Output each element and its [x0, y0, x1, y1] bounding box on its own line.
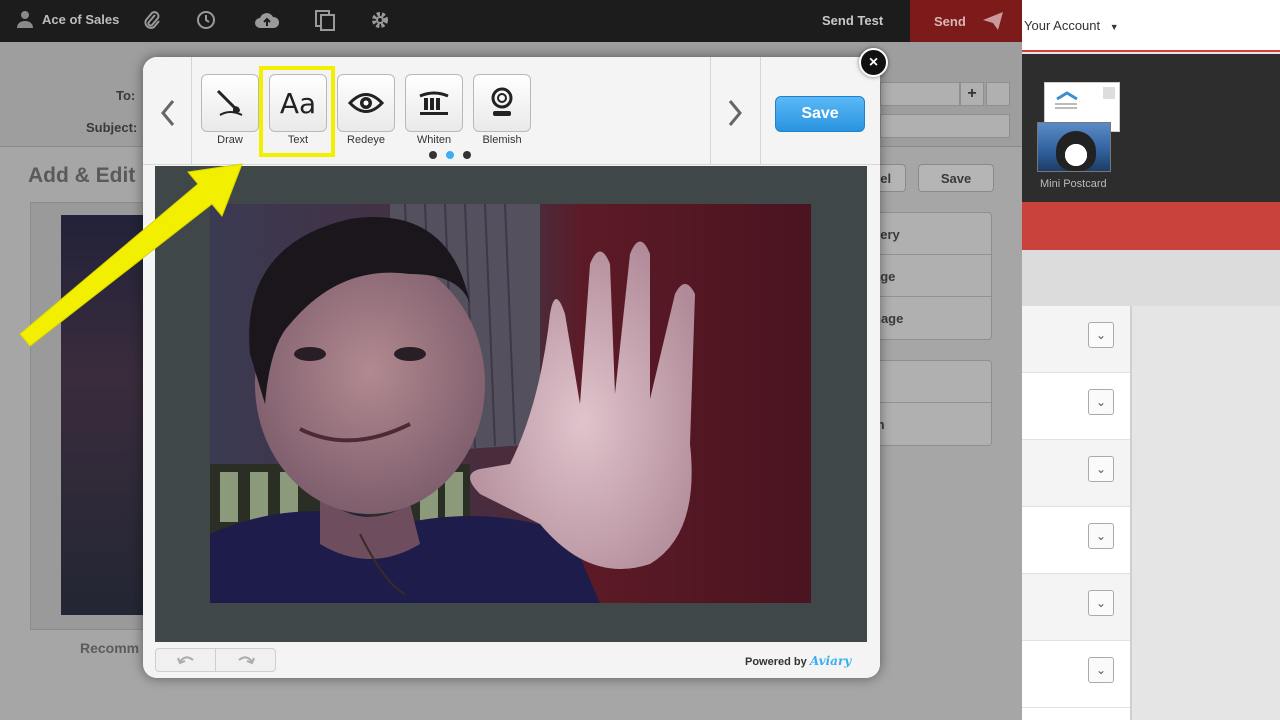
page-dot[interactable] — [463, 151, 471, 159]
your-account-menu[interactable]: Your Account ▼ — [1024, 18, 1119, 33]
edited-photo — [210, 204, 811, 603]
right-panel: Your Account ▼ Mini Postcard ⌄ ⌄ ⌄ ⌄ ⌄ ⌄ — [1022, 0, 1280, 720]
chevron-down-icon[interactable]: ⌄ — [1088, 456, 1114, 482]
chevron-left-icon[interactable] — [153, 93, 183, 133]
image-editor-modal: Draw Aa Text Redeye Whiten Blemish Save … — [143, 57, 880, 678]
page-indicator — [429, 151, 471, 159]
undo-icon[interactable] — [156, 649, 215, 671]
option-gallery[interactable]: llery — [863, 213, 991, 255]
to-field[interactable] — [880, 82, 960, 106]
paperclip-icon[interactable] — [140, 8, 164, 32]
caret-down-icon: ▼ — [1109, 22, 1119, 32]
top-toolbar: Ace of Sales Send Test Send — [0, 0, 1022, 42]
mini-postcard-thumbnail[interactable] — [1037, 122, 1111, 172]
recommend-label: Recomm — [80, 640, 140, 656]
stamp-icon — [1103, 87, 1115, 99]
redo-icon[interactable] — [215, 649, 275, 671]
your-account-label: Your Account — [1024, 18, 1101, 33]
undo-redo-group — [155, 648, 276, 672]
option-zoom[interactable]: m — [863, 403, 991, 445]
tool-strip: Draw Aa Text Redeye Whiten Blemish Save — [143, 57, 880, 165]
list-item: ⌄ — [1022, 373, 1130, 440]
page-dot[interactable] — [429, 151, 437, 159]
user-icon — [17, 11, 33, 28]
chevron-down-icon[interactable]: ⌄ — [1088, 523, 1114, 549]
bg-photo-preview — [30, 202, 151, 630]
eye-icon — [348, 93, 384, 113]
page-dot-active[interactable] — [446, 151, 454, 159]
blemish-icon — [491, 87, 513, 116]
paper-plane-icon — [982, 12, 1003, 30]
tool-redeye-label: Redeye — [347, 134, 385, 146]
cloud-upload-icon[interactable] — [252, 8, 282, 32]
editor-save-button[interactable]: Save — [775, 96, 865, 132]
chevron-down-icon[interactable]: ⌄ — [1088, 590, 1114, 616]
accent-bar — [1022, 202, 1280, 250]
address-book-icon[interactable] — [986, 82, 1010, 106]
add-edit-title: Add & Edit — [28, 164, 136, 187]
copy-icon[interactable] — [313, 8, 337, 32]
image-edit-options: m — [862, 360, 992, 446]
add-recipient-icon[interactable]: + — [960, 82, 984, 106]
tool-draw[interactable]: Draw — [201, 74, 259, 146]
send-label: Send — [934, 13, 966, 29]
editor-canvas[interactable] — [155, 166, 867, 642]
image-source-options: llery age nage — [862, 212, 992, 340]
list-item: ⌄ — [1022, 641, 1130, 708]
highlight-box — [259, 66, 335, 157]
powered-by: Powered by Aviary — [745, 654, 851, 668]
teeth-icon — [419, 91, 449, 115]
option-edit[interactable] — [863, 361, 991, 403]
editor-footer: Powered by Aviary — [143, 643, 880, 678]
tool-whiten[interactable]: Whiten — [405, 74, 463, 146]
option-change-image[interactable]: nage — [863, 297, 991, 339]
option-upload-image[interactable]: age — [863, 255, 991, 297]
list-item: ⌄ — [1022, 306, 1130, 373]
tool-redeye[interactable]: Redeye — [337, 74, 395, 146]
chevron-down-icon[interactable]: ⌄ — [1088, 657, 1114, 683]
clock-icon[interactable] — [194, 8, 218, 32]
subject-field[interactable] — [880, 114, 1010, 138]
close-icon[interactable]: × — [859, 48, 888, 77]
send-button[interactable]: Send — [910, 0, 1022, 42]
user-name: Ace of Sales — [42, 11, 120, 27]
aviary-logo: Aviary — [809, 654, 852, 668]
tool-blemish[interactable]: Blemish — [473, 74, 531, 146]
list-item: ⌄ — [1022, 574, 1130, 641]
brush-icon — [216, 89, 243, 116]
send-test-button[interactable]: Send Test — [822, 13, 883, 28]
to-label: To: — [116, 88, 136, 103]
list-item: ⌄ — [1022, 440, 1130, 507]
dog-photo — [1056, 131, 1096, 171]
subject-label: Subject: — [86, 120, 138, 135]
tool-blemish-label: Blemish — [482, 134, 522, 146]
chevron-down-icon[interactable]: ⌄ — [1088, 389, 1114, 415]
tool-draw-label: Draw — [217, 134, 243, 146]
chevron-down-icon[interactable]: ⌄ — [1088, 322, 1114, 348]
list-item: ⌄ — [1022, 507, 1130, 574]
gear-icon[interactable] — [368, 8, 392, 32]
template-list: ⌄ ⌄ ⌄ ⌄ ⌄ ⌄ — [1022, 306, 1130, 720]
bg-save-button[interactable]: Save — [918, 164, 994, 192]
postcard-preview-area: Mini Postcard — [1022, 54, 1280, 202]
postcard-caption: Mini Postcard — [1040, 178, 1107, 190]
chevron-right-icon[interactable] — [720, 93, 750, 133]
user-menu[interactable]: Ace of Sales — [16, 10, 119, 28]
powered-by-label: Powered by — [745, 656, 807, 668]
tool-whiten-label: Whiten — [416, 134, 452, 146]
